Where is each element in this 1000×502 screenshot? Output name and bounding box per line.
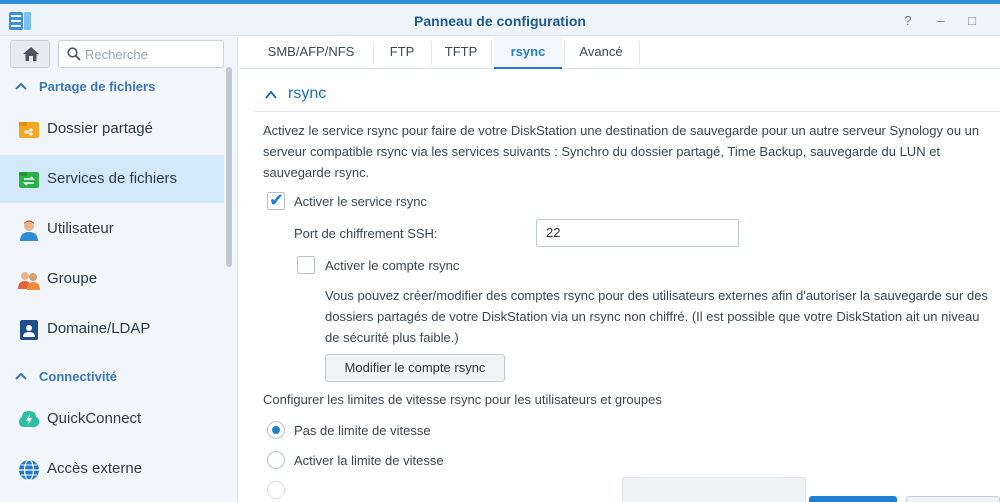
sidebar-item-group[interactable]: Groupe (0, 255, 224, 303)
section-divider (255, 111, 1000, 112)
cut-off-field[interactable] (622, 477, 806, 502)
title-bar: Panneau de configuration ? – □ (0, 4, 1000, 36)
search-icon (67, 47, 81, 61)
group-icon (18, 269, 40, 291)
shared-folder-icon (18, 119, 40, 141)
cut-off-radio[interactable] (267, 481, 285, 499)
enable-speed-limit-radio[interactable] (267, 451, 285, 469)
external-access-icon (18, 459, 40, 481)
rsync-description: Activez le service rsync pour faire de v… (263, 123, 980, 180)
help-icon[interactable]: ? (899, 12, 917, 30)
enable-rsync-account-checkbox[interactable] (297, 256, 315, 274)
window-title: Panneau de configuration (414, 13, 586, 29)
enable-rsync-label: Activer le service rsync (294, 194, 427, 209)
ssh-port-label: Port de chiffrement SSH: (294, 226, 438, 241)
enable-speed-limit-label: Activer la limite de vitesse (294, 453, 444, 468)
tab-tftp[interactable]: TFTP (437, 37, 485, 69)
tab-separator (564, 41, 565, 65)
cut-off-apply-button[interactable] (809, 496, 897, 502)
chevron-up-icon (15, 372, 27, 380)
tab-ftp[interactable]: FTP (379, 37, 425, 69)
rsync-account-description: Vous pouvez créer/modifier des comptes r… (325, 288, 988, 345)
file-services-icon (18, 169, 40, 191)
tab-separator (639, 41, 640, 65)
modify-rsync-account-button[interactable]: Modifier le compte rsync (325, 354, 505, 382)
sidebar-item-quickconnect[interactable]: QuickConnect (0, 395, 224, 443)
tab-smb-afp-nfs[interactable]: SMB/AFP/NFS (255, 37, 367, 69)
sidebar-scrollbar[interactable] (226, 67, 232, 267)
chevron-up-icon[interactable] (264, 88, 278, 102)
sidebar-item-shared-folder[interactable]: Dossier partagé (0, 105, 224, 153)
tab-separator (491, 41, 492, 65)
sidebar-item-file-services[interactable]: Services de fichiers (0, 155, 224, 203)
rsync-settings-panel: rsync Activez le service rsync pour fair… (239, 70, 1000, 502)
sidebar: Partage de fichiers Dossier partagé Serv… (0, 37, 238, 502)
domain-ldap-icon (18, 319, 40, 341)
cut-off-reset-button[interactable] (906, 496, 1000, 502)
quickconnect-icon (18, 409, 40, 431)
maximize-icon[interactable]: □ (963, 12, 981, 30)
sidebar-item-domain-ldap[interactable]: Domaine/LDAP (0, 305, 224, 353)
no-speed-limit-radio[interactable] (267, 421, 285, 439)
ssh-port-input[interactable]: 22 (536, 219, 739, 247)
search-input[interactable] (85, 41, 221, 67)
tab-rsync[interactable]: rsync (494, 37, 562, 69)
section-header-connectivity[interactable]: Connectivité (0, 366, 230, 388)
enable-rsync-account-label: Activer le compte rsync (325, 258, 460, 273)
home-icon (23, 47, 39, 61)
close-icon[interactable] (989, 12, 1000, 30)
chevron-up-icon (15, 82, 27, 90)
section-header-file-sharing[interactable]: Partage de fichiers (0, 76, 230, 98)
speed-limits-heading: Configurer les limites de vitesse rsync … (263, 392, 662, 407)
tab-advanced[interactable]: Avancé (569, 37, 633, 69)
tab-bar: SMB/AFP/NFS FTP TFTP rsync Avancé (239, 37, 1000, 69)
tab-separator (373, 41, 374, 65)
no-speed-limit-label: Pas de limite de vitesse (294, 423, 431, 438)
user-icon (18, 219, 40, 241)
tab-separator (431, 41, 432, 65)
checkmark-icon: ✔ (269, 190, 285, 210)
sidebar-item-external-access[interactable]: Accès externe (0, 445, 224, 493)
enable-rsync-checkbox[interactable]: ✔ (267, 190, 285, 210)
search-box[interactable] (58, 40, 224, 68)
sidebar-item-user[interactable]: Utilisateur (0, 205, 224, 253)
minimize-icon[interactable]: – (932, 12, 950, 30)
home-button[interactable] (10, 40, 50, 68)
section-title-rsync: rsync (288, 85, 327, 102)
